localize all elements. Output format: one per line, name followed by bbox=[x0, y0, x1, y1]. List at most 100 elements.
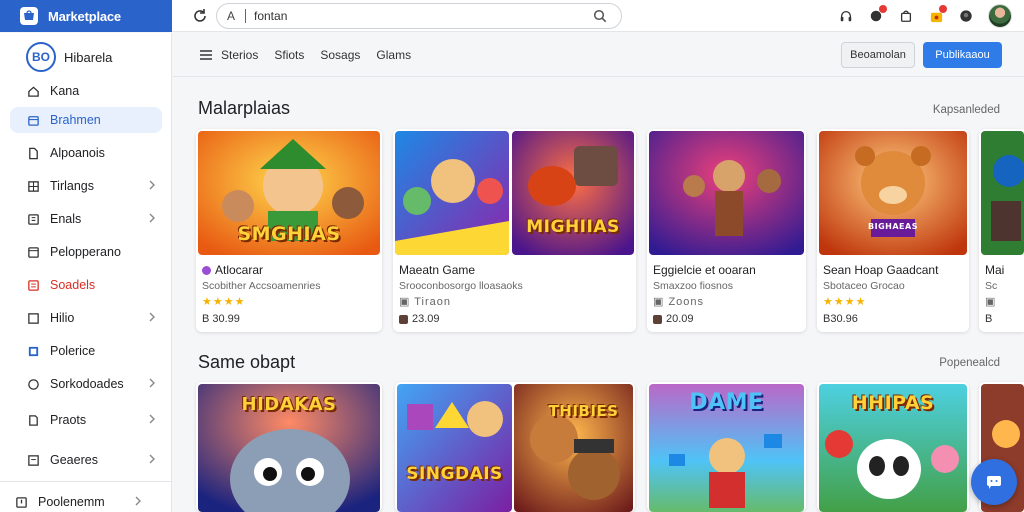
game-card[interactable]: Eggielcie et ooaran Smaxzoo fiosnos ▣ Zo… bbox=[647, 129, 806, 332]
price-icon bbox=[653, 314, 662, 324]
grid-icon bbox=[26, 179, 40, 193]
sidebar-item-enals[interactable]: Enals bbox=[10, 206, 162, 232]
home-icon bbox=[26, 84, 40, 98]
calendar-icon bbox=[26, 113, 40, 127]
thumbnail-title: DAME bbox=[689, 390, 764, 415]
sidebar-item-label: Poolenemm bbox=[38, 495, 105, 509]
card-price: B bbox=[985, 313, 993, 325]
sidebar-item-hilio[interactable]: Hilio bbox=[10, 305, 162, 331]
price-icon bbox=[399, 314, 408, 324]
card-price: 23.09 bbox=[412, 313, 440, 325]
chat-fab-button[interactable] bbox=[971, 459, 1017, 505]
card-title: Mai bbox=[985, 263, 1005, 277]
chevron-right-icon bbox=[149, 312, 155, 322]
sidebar: BO Hibarela Kana Brahmen Alpoanois Tirla… bbox=[0, 33, 172, 512]
file-icon bbox=[26, 146, 40, 160]
sidebar-profile[interactable]: BO Hibarela bbox=[26, 42, 112, 72]
game-thumbnail: DAME bbox=[649, 384, 804, 512]
search-prefix: A bbox=[227, 9, 236, 23]
sidebar-footer-item[interactable]: Poolenemm bbox=[0, 489, 152, 512]
game-card[interactable]: SMGHIAS Atlocarar Scobither Accsoamenrie… bbox=[196, 129, 382, 332]
tab-sfiots[interactable]: Sfiots bbox=[274, 48, 304, 62]
tab-sosags[interactable]: Sosags bbox=[320, 48, 360, 62]
section-link[interactable]: Popenealcd bbox=[939, 357, 1000, 369]
card-meta: ▣ bbox=[985, 296, 997, 308]
profile-avatar: BO bbox=[26, 42, 56, 72]
chat-icon bbox=[987, 476, 1001, 489]
card-subtitle: Sc bbox=[985, 280, 998, 292]
search-bar[interactable]: A bbox=[216, 3, 622, 29]
account-circle-icon[interactable] bbox=[958, 8, 974, 24]
tab-glams[interactable]: Glams bbox=[376, 48, 411, 62]
sub-tabs: Sterios Sfiots Sosags Glams bbox=[221, 33, 411, 77]
sidebar-item-label: Enals bbox=[50, 212, 82, 226]
thumbnail-title: SMGHIAS bbox=[237, 223, 341, 245]
sidebar-divider bbox=[0, 481, 171, 482]
game-card[interactable]: Mai Sc ▣ B bbox=[979, 129, 1024, 332]
bag-icon[interactable] bbox=[898, 8, 914, 24]
tag-icon bbox=[26, 413, 40, 427]
sidebar-item-label: Polerice bbox=[50, 344, 96, 358]
list-icon bbox=[26, 278, 40, 292]
rating-stars: ★★★★ bbox=[823, 296, 867, 308]
sidebar-item-label: Sorkodoades bbox=[50, 377, 124, 391]
thumbnail-title: MIGHIIAS bbox=[526, 217, 620, 237]
card-subtitle: Srooconbosorgo lloasaoks bbox=[399, 280, 523, 292]
section-title: Malarplaias bbox=[198, 98, 291, 118]
rewards-icon[interactable] bbox=[928, 5, 947, 24]
game-thumbnail: THIBIES bbox=[514, 384, 633, 512]
game-thumbnail: HHIPAS bbox=[819, 384, 967, 512]
doc-icon bbox=[26, 344, 40, 358]
card-title: Sean Hoap Gaadcant bbox=[823, 263, 939, 277]
chevron-right-icon bbox=[149, 378, 155, 388]
sidebar-item-soadels[interactable]: Soadels bbox=[10, 272, 162, 298]
tab-sterios[interactable]: Sterios bbox=[221, 48, 258, 62]
search-input[interactable] bbox=[254, 9, 574, 23]
primary-button[interactable]: Publikaaou bbox=[923, 42, 1002, 68]
game-card[interactable]: HHIPAS bbox=[817, 382, 969, 512]
sidebar-item-brahmen[interactable]: Brahmen bbox=[10, 107, 162, 133]
game-thumbnail bbox=[981, 131, 1024, 255]
card-meta: ▣ Tiraon bbox=[399, 296, 452, 308]
card-price: 20.09 bbox=[666, 313, 694, 325]
box-icon bbox=[26, 311, 40, 325]
reload-icon[interactable] bbox=[192, 8, 208, 24]
chevron-right-icon bbox=[149, 414, 155, 424]
game-thumbnail: BIGHAEAS bbox=[819, 131, 967, 255]
profile-name: Hibarela bbox=[64, 49, 113, 65]
headset-icon[interactable] bbox=[838, 8, 854, 24]
menu-icon[interactable] bbox=[199, 49, 213, 61]
thumbnail-title: BIGHAEAS bbox=[868, 222, 918, 231]
sidebar-item-polerice[interactable]: Polerice bbox=[10, 338, 162, 364]
game-thumbnail: SINGDAIS bbox=[397, 384, 512, 512]
card-price: B30.96 bbox=[823, 313, 858, 325]
brand-header[interactable]: Marketplace bbox=[0, 0, 172, 32]
chevron-right-icon bbox=[135, 496, 141, 506]
game-card[interactable]: DAME bbox=[647, 382, 806, 512]
secondary-button[interactable]: Beoamolan bbox=[841, 42, 915, 68]
exit-icon bbox=[14, 495, 28, 509]
section-link[interactable]: Kapsanleded bbox=[933, 104, 1000, 116]
sidebar-item-tirlangs[interactable]: Tirlangs bbox=[10, 173, 162, 199]
game-card[interactable]: HIDAKAS bbox=[196, 382, 382, 512]
game-card[interactable]: SINGDAIS THIBIES bbox=[395, 382, 635, 512]
sidebar-item-sorkodoades[interactable]: Sorkodoades bbox=[10, 371, 162, 397]
game-thumbnail: HIDAKAS bbox=[198, 384, 380, 512]
marketplace-logo-icon bbox=[20, 7, 38, 25]
sidebar-item-geaeres[interactable]: Geaeres bbox=[10, 447, 162, 473]
notification-icon[interactable] bbox=[868, 5, 887, 24]
sidebar-item-label: Geaeres bbox=[50, 453, 98, 467]
game-card[interactable]: MIGHIIAS Maeatn Game Srooconbosorgo lloa… bbox=[393, 129, 636, 332]
sidebar-item-label: Soadels bbox=[50, 278, 96, 292]
page-icon bbox=[26, 453, 40, 467]
rewards-badge bbox=[939, 5, 947, 13]
section-title: Same obapt bbox=[198, 352, 296, 372]
search-icon[interactable] bbox=[593, 9, 607, 23]
sidebar-item-pelopperano[interactable]: Pelopperano bbox=[10, 239, 162, 265]
user-avatar[interactable] bbox=[988, 4, 1012, 28]
sidebar-item-alpoanois[interactable]: Alpoanois bbox=[10, 140, 162, 166]
game-card[interactable]: BIGHAEAS Sean Hoap Gaadcant Sbotaceo Gro… bbox=[817, 129, 969, 332]
sidebar-item-label: Tirlangs bbox=[50, 179, 94, 193]
sidebar-item-praots[interactable]: Praots bbox=[10, 407, 162, 433]
sidebar-item-kana[interactable]: Kana bbox=[10, 78, 162, 104]
